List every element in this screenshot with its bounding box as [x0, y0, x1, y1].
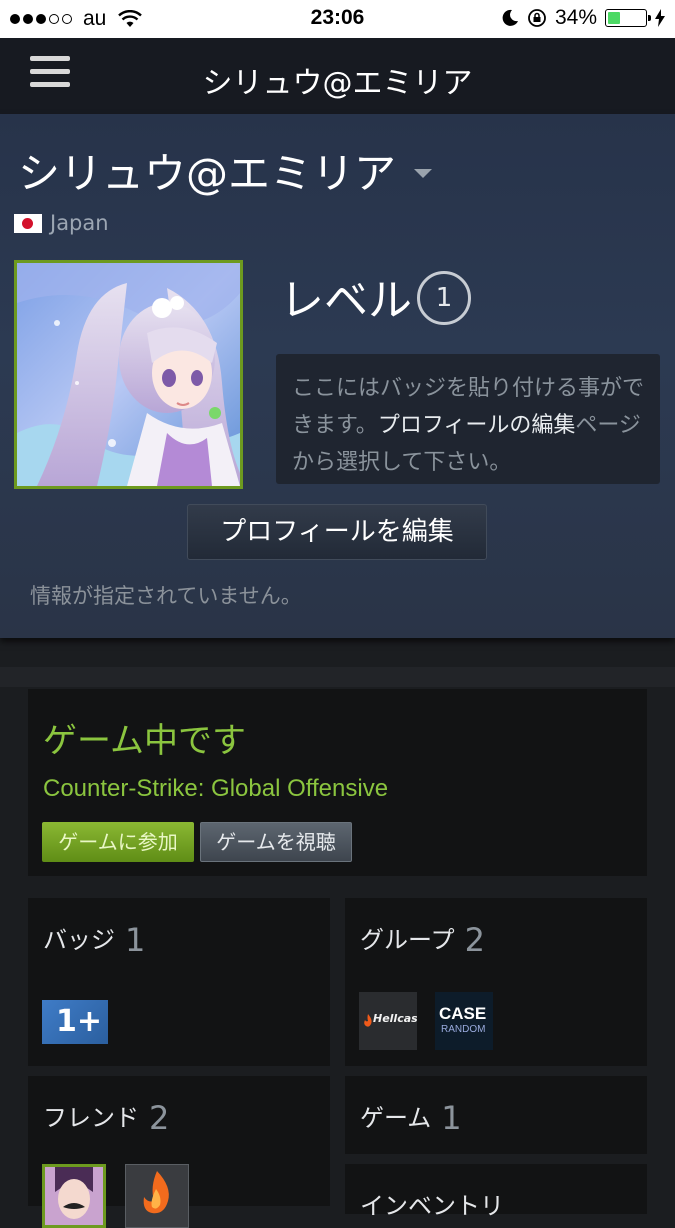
battery-percent: 34%	[554, 6, 597, 29]
badges-count: 1	[125, 921, 146, 959]
inventory-card[interactable]: インベントリ	[345, 1164, 647, 1220]
profile-country: Japan	[14, 211, 109, 235]
hellcase-label: Hellcase	[373, 1012, 417, 1025]
friends-label: フレンド	[43, 1104, 139, 1132]
badges-label: バッジ	[43, 926, 115, 954]
games-count: 1	[441, 1099, 462, 1137]
random-label: RANDOM	[441, 1024, 486, 1035]
section-divider	[0, 667, 675, 687]
groups-count: 2	[464, 921, 485, 959]
battery-icon	[605, 9, 651, 27]
moon-icon	[502, 9, 518, 26]
level-badge: 1	[417, 271, 471, 325]
groups-card[interactable]: グループ 2 Hellcase CASE RANDOM	[345, 898, 647, 1066]
profile-summary-empty: 情報が指定されていません。	[30, 584, 302, 608]
friends-title: フレンド 2	[43, 1098, 169, 1137]
friends-card[interactable]: フレンド 2	[28, 1076, 330, 1228]
watch-game-button[interactable]: ゲームを視聴	[200, 822, 352, 862]
profile-name[interactable]: シリュウ@エミリア	[18, 140, 396, 201]
profile-avatar[interactable]	[14, 260, 243, 489]
japan-flag-icon	[14, 213, 42, 233]
badges-title: バッジ 1	[43, 920, 145, 959]
profile-header: シリュウ@エミリア Japan レベル 1 ここにはバッジを貼り付ける事ができま…	[0, 114, 675, 638]
status-right: 34%	[501, 6, 665, 30]
badge-icon[interactable]: 1+	[42, 1000, 108, 1044]
join-game-button[interactable]: ゲームに参加	[42, 822, 194, 862]
badge-text: 1+	[56, 1004, 103, 1039]
friend-avatar[interactable]	[42, 1164, 106, 1228]
friend-avatar[interactable]	[125, 1164, 189, 1228]
status-bar: au 23:06 34%	[0, 0, 675, 38]
now-playing-title: ゲーム中です	[43, 721, 246, 761]
badges-card[interactable]: バッジ 1 1+	[28, 898, 330, 1066]
groups-label: グループ	[360, 926, 455, 954]
games-card[interactable]: ゲーム 1	[345, 1076, 647, 1154]
inventory-title: インベントリ	[360, 1192, 504, 1220]
country-name: Japan	[50, 211, 109, 235]
now-playing-panel: ゲーム中です Counter-Strike: Global Offensive …	[28, 689, 647, 876]
friend-avatar-image	[45, 1167, 103, 1225]
nav-bar: シリュウ@エミリア	[0, 38, 675, 114]
badge-placeholder-note: ここにはバッジを貼り付ける事ができます。プロフィールの編集ページから選択して下さ…	[276, 354, 660, 484]
level-label: レベル	[280, 275, 412, 326]
anime-girl-avatar-image	[17, 263, 240, 486]
current-game-name[interactable]: Counter-Strike: Global Offensive	[43, 775, 388, 803]
hellcase-group-icon[interactable]: Hellcase	[359, 992, 417, 1050]
edit-profile-link[interactable]: プロフィールの編集	[378, 413, 576, 438]
flame-avatar-icon	[143, 1171, 169, 1214]
charging-bolt-icon	[655, 9, 665, 27]
chevron-down-icon[interactable]	[414, 169, 432, 178]
friends-count: 2	[149, 1099, 170, 1137]
games-label: ゲーム	[360, 1104, 432, 1132]
groups-title: グループ 2	[360, 920, 485, 959]
case-random-group-icon[interactable]: CASE RANDOM	[435, 992, 493, 1050]
games-title: ゲーム 1	[360, 1098, 462, 1137]
rotation-lock-icon	[528, 9, 546, 27]
nav-title: シリュウ@エミリア	[202, 66, 473, 101]
edit-profile-button[interactable]: プロフィールを編集	[187, 504, 487, 560]
case-label: CASE	[439, 1004, 487, 1023]
